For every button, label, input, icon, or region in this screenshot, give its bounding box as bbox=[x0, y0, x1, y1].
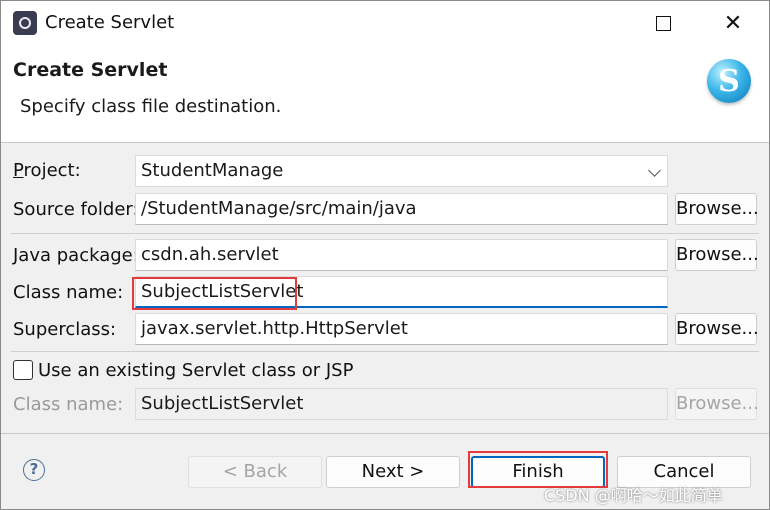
use-existing-checkbox[interactable] bbox=[13, 360, 33, 380]
maximize-button[interactable] bbox=[629, 1, 697, 45]
maximize-icon bbox=[655, 15, 671, 31]
help-icon[interactable]: ? bbox=[23, 459, 45, 481]
java-package-browse-button[interactable]: Browse... bbox=[675, 239, 759, 271]
window-title: Create Servlet bbox=[45, 12, 175, 33]
title-bar[interactable]: Create Servlet ✕ bbox=[1, 1, 769, 45]
footer-separator bbox=[1, 433, 769, 434]
existing-class-name-label: Class name: bbox=[13, 394, 124, 415]
project-combo[interactable]: StudentManage bbox=[135, 155, 668, 187]
next-button[interactable]: Next > bbox=[326, 456, 460, 488]
source-folder-input[interactable]: /StudentManage/src/main/java bbox=[135, 193, 668, 225]
watermark: CSDN @啊哈～如此简单 bbox=[544, 486, 723, 505]
servlet-logo-icon: S bbox=[707, 59, 751, 103]
source-folder-browse-button[interactable]: Browse... bbox=[675, 193, 759, 225]
wizard-header: Create Servlet Specify class file destin… bbox=[1, 45, 769, 143]
class-name-label: Class name: bbox=[13, 282, 124, 303]
project-value: StudentManage bbox=[141, 160, 284, 181]
superclass-input[interactable]: javax.servlet.http.HttpServlet bbox=[135, 313, 668, 345]
close-button[interactable]: ✕ bbox=[699, 1, 767, 45]
source-folder-label: Source folder: bbox=[13, 199, 139, 220]
java-package-input[interactable]: csdn.ah.servlet bbox=[135, 239, 668, 271]
existing-class-name-input: SubjectListServlet bbox=[135, 388, 668, 420]
existing-class-browse-button: Browse... bbox=[675, 388, 759, 420]
use-existing-label[interactable]: Use an existing Servlet class or JSP bbox=[38, 360, 353, 381]
close-icon: ✕ bbox=[723, 10, 743, 36]
back-button: < Back bbox=[188, 456, 322, 488]
separator bbox=[11, 351, 759, 352]
superclass-label: Superclass: bbox=[13, 319, 117, 340]
create-servlet-dialog: Create Servlet ✕ Create Servlet Specify … bbox=[0, 0, 770, 510]
java-package-label: Java package: bbox=[13, 245, 139, 266]
class-name-input[interactable]: SubjectListServlet bbox=[135, 276, 668, 308]
project-label: Project: bbox=[13, 160, 81, 181]
superclass-browse-button[interactable]: Browse... bbox=[675, 313, 759, 345]
wizard-title: Create Servlet bbox=[13, 59, 168, 81]
chevron-down-icon bbox=[648, 164, 661, 177]
wizard-message: Specify class file destination. bbox=[20, 96, 282, 117]
separator bbox=[11, 233, 759, 234]
eclipse-app-icon bbox=[13, 11, 37, 35]
